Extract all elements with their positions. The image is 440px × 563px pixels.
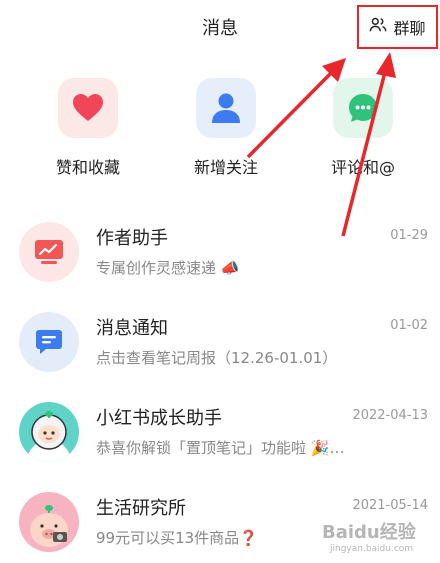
quick-label-comments: 评论和@ — [330, 158, 395, 177]
likes-and-favorites-button[interactable]: 赞和收藏 — [28, 78, 148, 178]
group-chat-button[interactable]: 群聊 — [357, 5, 438, 49]
message-date: 2021-05-14 — [352, 498, 428, 513]
chat-bubble-icon — [333, 78, 393, 138]
heart-icon — [58, 78, 118, 138]
person-icon — [196, 78, 256, 138]
message-sender: 小红书成长助手 — [96, 408, 222, 429]
header: 消息 群聊 — [0, 0, 440, 56]
message-preview: 99元可以买13件商品❓ — [96, 529, 258, 547]
list-item[interactable]: 作者助手 专属创作灵感速递 📣 01-29 — [0, 204, 440, 294]
new-followers-button[interactable]: 新增关注 — [166, 78, 286, 178]
comments-and-mentions-button[interactable]: 评论和@ — [303, 78, 423, 178]
watermark-logo: Baidu经验 — [322, 522, 416, 543]
message-sender: 消息通知 — [96, 318, 168, 339]
message-icon — [19, 312, 79, 372]
watermark: Baidu经验 jingyan.baidu.com — [322, 518, 432, 558]
quick-label-likes: 赞和收藏 — [55, 158, 120, 177]
message-date: 01-29 — [390, 228, 428, 243]
message-preview: 恭喜你解锁「置顶笔记」功能啦 🎉… — [96, 439, 345, 457]
message-sender: 生活研究所 — [96, 498, 186, 519]
chart-icon — [19, 222, 79, 282]
list-item[interactable]: 小红书成长助手 恭喜你解锁「置顶笔记」功能啦 🎉… 2022-04-13 — [0, 384, 440, 474]
quick-label-follows: 新增关注 — [193, 158, 258, 177]
message-sender: 作者助手 — [96, 228, 168, 249]
list-item[interactable]: 消息通知 点击查看笔记周报（12.26-01.01） 01-02 — [0, 294, 440, 384]
message-date: 2022-04-13 — [352, 408, 428, 423]
pig-avatar — [19, 492, 79, 552]
message-date: 01-02 — [390, 318, 428, 333]
quick-actions: 赞和收藏 新增关注 评论和@ — [0, 78, 440, 188]
astronaut-avatar — [19, 402, 79, 462]
group-chat-label: 群聊 — [393, 19, 426, 38]
message-preview: 专属创作灵感速递 📣 — [96, 259, 240, 277]
group-people-icon — [369, 16, 387, 38]
message-preview: 点击查看笔记周报（12.26-01.01） — [96, 349, 338, 367]
watermark-url: jingyan.baidu.com — [330, 544, 414, 554]
